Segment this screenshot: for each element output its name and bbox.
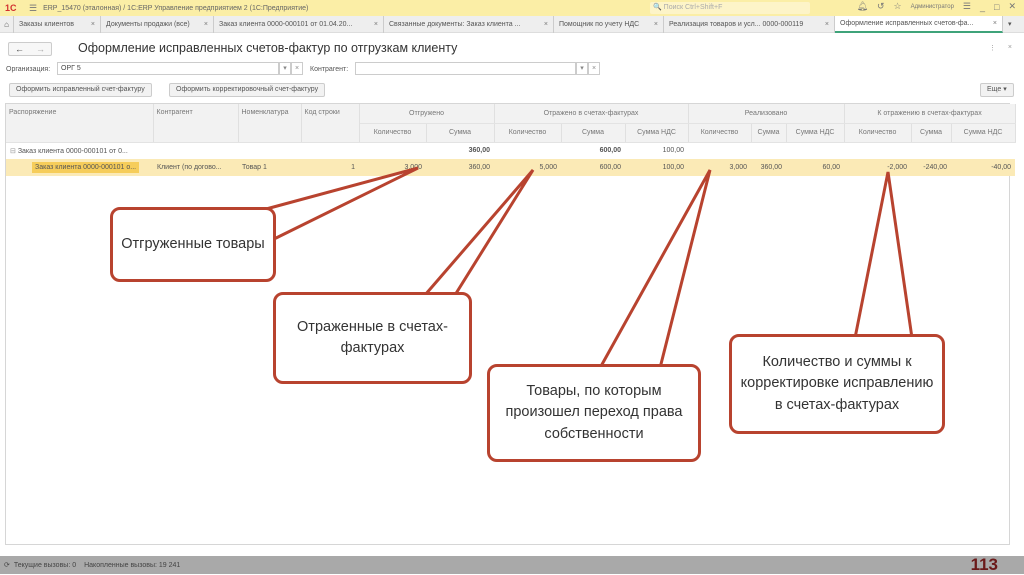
pointer-to-reflect <box>853 171 914 340</box>
callout-reflected: Отраженные в счетах-фактурах <box>273 292 472 384</box>
calls-icon: ⟳ <box>4 562 10 569</box>
callout-to-reflect: Количество и суммы к корректировке испра… <box>729 334 945 434</box>
status-bar: ⟳ Текущие вызовы: 0 Накопленные вызовы: … <box>0 556 1024 574</box>
callout-pointers <box>252 166 914 370</box>
current-calls: Текущие вызовы: 0 <box>13 561 77 569</box>
callout-realized: Товары, по которым произошел переход пра… <box>487 364 701 462</box>
slide-number: 113 <box>970 555 998 574</box>
pointer-reflected <box>421 169 535 297</box>
pointer-shipped <box>252 166 419 242</box>
pointer-realized <box>597 169 712 370</box>
callout-shipped: Отгруженные товары <box>110 207 276 282</box>
accumulated-calls: Накопленные вызовы: 19 241 <box>84 561 181 569</box>
